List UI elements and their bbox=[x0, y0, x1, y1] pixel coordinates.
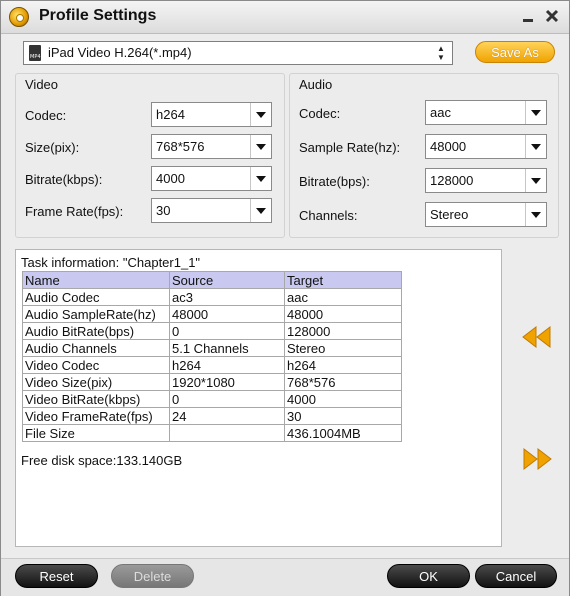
row-target-cell: 768*576 bbox=[284, 373, 402, 391]
cancel-button[interactable]: Cancel bbox=[475, 564, 557, 588]
title-bar: Profile Settings bbox=[1, 1, 569, 34]
table-row: Audio Channels 5.1 Channels Stereo bbox=[22, 339, 402, 357]
row-source-cell: h264 bbox=[169, 356, 285, 374]
ok-button[interactable]: OK bbox=[387, 564, 470, 588]
video-size-select[interactable]: 768*576 bbox=[151, 134, 272, 159]
table-row: File Size 436.1004MB bbox=[22, 424, 402, 442]
table-row: Audio Codec ac3 aac bbox=[22, 288, 402, 306]
minimize-icon bbox=[523, 19, 533, 22]
minimize-button[interactable] bbox=[519, 7, 537, 25]
app-disc-icon bbox=[9, 7, 29, 27]
save-as-button[interactable]: Save As bbox=[475, 41, 555, 63]
task-info-label: Task information: "Chapter1_1" bbox=[21, 255, 201, 270]
row-source-cell: 48000 bbox=[169, 305, 285, 323]
chevron-down-icon[interactable] bbox=[525, 101, 546, 124]
audio-codec-value: aac bbox=[430, 105, 451, 120]
row-target-cell: Stereo bbox=[284, 339, 402, 357]
chevron-down-icon[interactable] bbox=[250, 135, 271, 158]
row-name-cell: Video Size(pix) bbox=[22, 373, 170, 391]
video-bitrate-select[interactable]: 4000 bbox=[151, 166, 272, 191]
row-target-cell: aac bbox=[284, 288, 402, 306]
profile-dropdown[interactable]: iPad Video H.264(*.mp4) ▲▼ bbox=[23, 41, 453, 65]
profile-settings-window: Profile Settings iPad Video H.264(*.mp4)… bbox=[0, 0, 570, 596]
row-source-cell: 0 bbox=[169, 390, 285, 408]
video-codec-label: Codec: bbox=[25, 108, 67, 123]
row-source-cell: 5.1 Channels bbox=[169, 339, 285, 357]
audio-bitrate-value: 128000 bbox=[430, 173, 474, 188]
row-target-cell: 30 bbox=[284, 407, 402, 425]
chevron-down-icon[interactable] bbox=[525, 135, 546, 158]
video-codec-value: h264 bbox=[156, 107, 185, 122]
audio-channels-select[interactable]: Stereo bbox=[425, 202, 547, 227]
table-row: Video Codec h264 h264 bbox=[22, 356, 402, 374]
table-row: Video Size(pix) 1920*1080 768*576 bbox=[22, 373, 402, 391]
updown-arrows-icon: ▲ ▼ bbox=[437, 44, 445, 62]
double-right-arrow-icon bbox=[523, 447, 552, 471]
row-source-cell: 24 bbox=[169, 407, 285, 425]
chevron-down-icon[interactable] bbox=[525, 203, 546, 226]
video-bitrate-label: Bitrate(kbps): bbox=[25, 172, 103, 187]
chevron-down-icon[interactable] bbox=[525, 169, 546, 192]
table-row: Audio SampleRate(hz) 48000 48000 bbox=[22, 305, 402, 323]
chevron-down-icon[interactable] bbox=[250, 199, 271, 222]
row-name-cell: Audio Codec bbox=[22, 288, 170, 306]
audio-section-label: Audio bbox=[299, 77, 333, 92]
row-name-cell: Audio SampleRate(hz) bbox=[22, 305, 170, 323]
row-name-cell: Video FrameRate(fps) bbox=[22, 407, 170, 425]
column-header-source: Source bbox=[169, 271, 285, 289]
row-name-cell: Audio Channels bbox=[22, 339, 170, 357]
chevron-down-icon[interactable] bbox=[250, 103, 271, 126]
row-source-cell: ac3 bbox=[169, 288, 285, 306]
audio-bitrate-select[interactable]: 128000 bbox=[425, 168, 547, 193]
video-bitrate-value: 4000 bbox=[156, 171, 185, 186]
row-source-cell: 0 bbox=[169, 322, 285, 340]
video-codec-select[interactable]: h264 bbox=[151, 102, 272, 127]
audio-sample-rate-label: Sample Rate(hz): bbox=[299, 140, 401, 155]
close-button[interactable] bbox=[543, 7, 561, 25]
video-frame-rate-value: 30 bbox=[156, 203, 171, 218]
audio-channels-label: Channels: bbox=[299, 208, 358, 223]
video-frame-rate-label: Frame Rate(fps): bbox=[25, 204, 124, 219]
free-disk-space: Free disk space:133.140GB bbox=[21, 453, 183, 468]
table-header-row: Name Source Target bbox=[22, 271, 402, 289]
row-target-cell: 4000 bbox=[284, 390, 402, 408]
reset-button[interactable]: Reset bbox=[15, 564, 98, 588]
mp4-file-icon bbox=[29, 45, 41, 61]
next-task-button[interactable] bbox=[521, 447, 553, 471]
audio-codec-label: Codec: bbox=[299, 106, 341, 121]
chevron-down-icon[interactable] bbox=[250, 167, 271, 190]
video-size-label: Size(pix): bbox=[25, 140, 80, 155]
row-name-cell: Audio BitRate(bps) bbox=[22, 322, 170, 340]
audio-sample-rate-value: 48000 bbox=[430, 139, 467, 154]
table-row: Audio BitRate(bps) 0 128000 bbox=[22, 322, 402, 340]
task-info-table: Name Source Target Audio Codec ac3 aac A… bbox=[22, 271, 402, 442]
row-target-cell: h264 bbox=[284, 356, 402, 374]
video-size-value: 768*576 bbox=[156, 139, 205, 154]
row-target-cell: 48000 bbox=[284, 305, 402, 323]
row-target-cell: 436.1004MB bbox=[284, 424, 402, 442]
row-name-cell: Video Codec bbox=[22, 356, 170, 374]
table-row: Video BitRate(kbps) 0 4000 bbox=[22, 390, 402, 408]
column-header-name: Name bbox=[22, 271, 170, 289]
column-header-target: Target bbox=[284, 271, 402, 289]
audio-sample-rate-select[interactable]: 48000 bbox=[425, 134, 547, 159]
close-icon bbox=[545, 9, 559, 23]
video-section-label: Video bbox=[25, 77, 59, 92]
delete-button[interactable]: Delete bbox=[111, 564, 194, 588]
row-source-cell bbox=[169, 424, 285, 442]
audio-bitrate-label: Bitrate(bps): bbox=[299, 174, 370, 189]
row-target-cell: 128000 bbox=[284, 322, 402, 340]
audio-channels-value: Stereo bbox=[430, 207, 469, 222]
row-name-cell: File Size bbox=[22, 424, 170, 442]
row-name-cell: Video BitRate(kbps) bbox=[22, 390, 170, 408]
video-frame-rate-select[interactable]: 30 bbox=[151, 198, 272, 223]
double-left-arrow-icon bbox=[522, 325, 551, 349]
table-row: Video FrameRate(fps) 24 30 bbox=[22, 407, 402, 425]
row-source-cell: 1920*1080 bbox=[169, 373, 285, 391]
previous-task-button[interactable] bbox=[521, 325, 553, 349]
profile-selected-value: iPad Video H.264(*.mp4) bbox=[48, 45, 192, 60]
task-info-panel: Task information: "Chapter1_1" Name Sour… bbox=[15, 249, 502, 547]
window-title: Profile Settings bbox=[39, 7, 157, 24]
audio-codec-select[interactable]: aac bbox=[425, 100, 547, 125]
